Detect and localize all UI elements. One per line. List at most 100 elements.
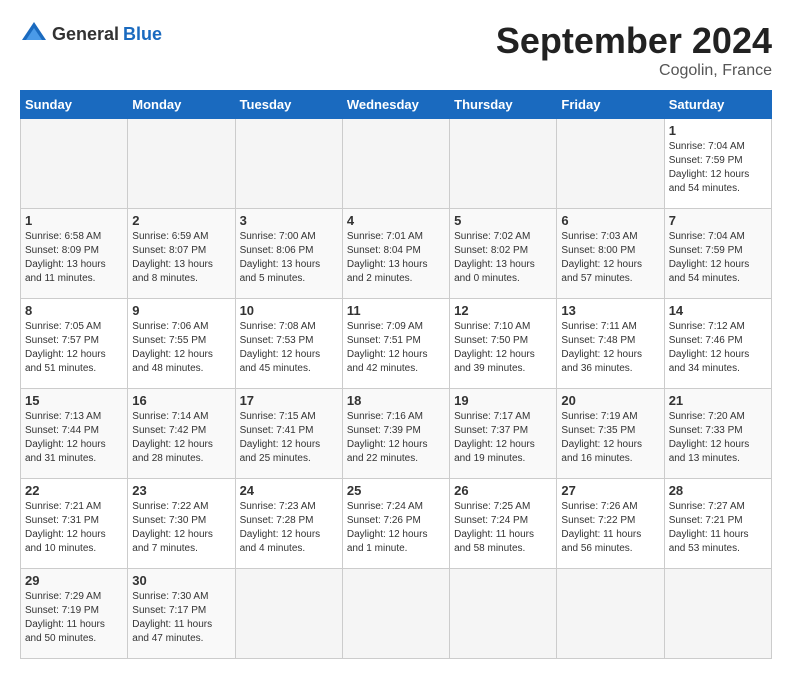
day-header-friday: Friday <box>557 91 664 119</box>
day-cell: 10 Sunrise: 7:08 AMSunset: 7:53 PMDaylig… <box>235 299 342 389</box>
day-cell: 30 Sunrise: 7:30 AMSunset: 7:17 PMDaylig… <box>128 569 235 659</box>
day-info: Sunrise: 7:29 AMSunset: 7:19 PMDaylight:… <box>25 591 105 644</box>
day-cell: 22 Sunrise: 7:21 AMSunset: 7:31 PMDaylig… <box>21 479 128 569</box>
day-info: Sunrise: 7:10 AMSunset: 7:50 PMDaylight:… <box>454 321 535 374</box>
day-cell: 19 Sunrise: 7:17 AMSunset: 7:37 PMDaylig… <box>450 389 557 479</box>
day-info: Sunrise: 7:27 AMSunset: 7:21 PMDaylight:… <box>669 501 749 554</box>
day-cell: 15 Sunrise: 7:13 AMSunset: 7:44 PMDaylig… <box>21 389 128 479</box>
day-info: Sunrise: 7:30 AMSunset: 7:17 PMDaylight:… <box>132 591 212 644</box>
day-number: 28 <box>669 483 767 498</box>
day-number: 30 <box>132 573 230 588</box>
day-number: 5 <box>454 213 552 228</box>
day-number: 15 <box>25 393 123 408</box>
day-info: Sunrise: 7:17 AMSunset: 7:37 PMDaylight:… <box>454 411 535 464</box>
day-cell: 21 Sunrise: 7:20 AMSunset: 7:33 PMDaylig… <box>664 389 771 479</box>
day-number: 1 <box>25 213 123 228</box>
week-row-2: 1 Sunrise: 6:58 AMSunset: 8:09 PMDayligh… <box>21 209 772 299</box>
day-number: 16 <box>132 393 230 408</box>
day-info: Sunrise: 7:12 AMSunset: 7:46 PMDaylight:… <box>669 321 750 374</box>
location: Cogolin, France <box>496 62 772 80</box>
day-info: Sunrise: 7:03 AMSunset: 8:00 PMDaylight:… <box>561 231 642 284</box>
title-block: September 2024 Cogolin, France <box>496 20 772 80</box>
day-number: 17 <box>240 393 338 408</box>
day-number: 22 <box>25 483 123 498</box>
day-cell: 17 Sunrise: 7:15 AMSunset: 7:41 PMDaylig… <box>235 389 342 479</box>
day-info: Sunrise: 7:22 AMSunset: 7:30 PMDaylight:… <box>132 501 213 554</box>
day-cell: 14 Sunrise: 7:12 AMSunset: 7:46 PMDaylig… <box>664 299 771 389</box>
day-number: 2 <box>132 213 230 228</box>
day-number: 27 <box>561 483 659 498</box>
day-number: 11 <box>347 303 445 318</box>
day-number: 23 <box>132 483 230 498</box>
day-info: Sunrise: 7:08 AMSunset: 7:53 PMDaylight:… <box>240 321 321 374</box>
day-cell <box>557 569 664 659</box>
day-info: Sunrise: 7:06 AMSunset: 7:55 PMDaylight:… <box>132 321 213 374</box>
day-number: 1 <box>669 123 767 138</box>
day-info: Sunrise: 7:04 AMSunset: 7:59 PMDaylight:… <box>669 141 750 194</box>
day-cell: 3 Sunrise: 7:00 AMSunset: 8:06 PMDayligh… <box>235 209 342 299</box>
day-cell <box>21 119 128 209</box>
day-cell: 16 Sunrise: 7:14 AMSunset: 7:42 PMDaylig… <box>128 389 235 479</box>
header-row: SundayMondayTuesdayWednesdayThursdayFrid… <box>21 91 772 119</box>
day-cell: 18 Sunrise: 7:16 AMSunset: 7:39 PMDaylig… <box>342 389 449 479</box>
day-cell: 25 Sunrise: 7:24 AMSunset: 7:26 PMDaylig… <box>342 479 449 569</box>
day-cell: 7 Sunrise: 7:04 AMSunset: 7:59 PMDayligh… <box>664 209 771 299</box>
day-info: Sunrise: 7:02 AMSunset: 8:02 PMDaylight:… <box>454 231 535 284</box>
day-cell: 24 Sunrise: 7:23 AMSunset: 7:28 PMDaylig… <box>235 479 342 569</box>
day-number: 25 <box>347 483 445 498</box>
day-cell: 28 Sunrise: 7:27 AMSunset: 7:21 PMDaylig… <box>664 479 771 569</box>
day-cell <box>450 569 557 659</box>
week-row-3: 8 Sunrise: 7:05 AMSunset: 7:57 PMDayligh… <box>21 299 772 389</box>
day-info: Sunrise: 7:21 AMSunset: 7:31 PMDaylight:… <box>25 501 106 554</box>
day-number: 4 <box>347 213 445 228</box>
day-cell: 5 Sunrise: 7:02 AMSunset: 8:02 PMDayligh… <box>450 209 557 299</box>
day-cell: 2 Sunrise: 6:59 AMSunset: 8:07 PMDayligh… <box>128 209 235 299</box>
week-row-1: 1 Sunrise: 7:04 AMSunset: 7:59 PMDayligh… <box>21 119 772 209</box>
day-info: Sunrise: 7:26 AMSunset: 7:22 PMDaylight:… <box>561 501 641 554</box>
day-header-saturday: Saturday <box>664 91 771 119</box>
logo-general: General <box>52 24 119 45</box>
week-row-5: 22 Sunrise: 7:21 AMSunset: 7:31 PMDaylig… <box>21 479 772 569</box>
day-cell: 12 Sunrise: 7:10 AMSunset: 7:50 PMDaylig… <box>450 299 557 389</box>
logo: GeneralBlue <box>20 20 162 48</box>
day-info: Sunrise: 7:16 AMSunset: 7:39 PMDaylight:… <box>347 411 428 464</box>
day-info: Sunrise: 7:04 AMSunset: 7:59 PMDaylight:… <box>669 231 750 284</box>
day-cell: 29 Sunrise: 7:29 AMSunset: 7:19 PMDaylig… <box>21 569 128 659</box>
day-number: 7 <box>669 213 767 228</box>
day-cell <box>664 569 771 659</box>
day-number: 8 <box>25 303 123 318</box>
day-number: 13 <box>561 303 659 318</box>
day-number: 26 <box>454 483 552 498</box>
month-title: September 2024 <box>496 20 772 62</box>
day-header-sunday: Sunday <box>21 91 128 119</box>
logo-icon <box>20 20 48 48</box>
day-cell: 4 Sunrise: 7:01 AMSunset: 8:04 PMDayligh… <box>342 209 449 299</box>
day-info: Sunrise: 7:23 AMSunset: 7:28 PMDaylight:… <box>240 501 321 554</box>
day-header-thursday: Thursday <box>450 91 557 119</box>
day-number: 20 <box>561 393 659 408</box>
day-info: Sunrise: 7:01 AMSunset: 8:04 PMDaylight:… <box>347 231 428 284</box>
day-info: Sunrise: 7:05 AMSunset: 7:57 PMDaylight:… <box>25 321 106 374</box>
week-row-6: 29 Sunrise: 7:29 AMSunset: 7:19 PMDaylig… <box>21 569 772 659</box>
day-info: Sunrise: 7:00 AMSunset: 8:06 PMDaylight:… <box>240 231 321 284</box>
day-info: Sunrise: 7:13 AMSunset: 7:44 PMDaylight:… <box>25 411 106 464</box>
day-info: Sunrise: 7:25 AMSunset: 7:24 PMDaylight:… <box>454 501 534 554</box>
day-number: 10 <box>240 303 338 318</box>
day-cell <box>450 119 557 209</box>
day-info: Sunrise: 7:24 AMSunset: 7:26 PMDaylight:… <box>347 501 428 554</box>
day-info: Sunrise: 7:19 AMSunset: 7:35 PMDaylight:… <box>561 411 642 464</box>
day-cell: 6 Sunrise: 7:03 AMSunset: 8:00 PMDayligh… <box>557 209 664 299</box>
day-info: Sunrise: 7:20 AMSunset: 7:33 PMDaylight:… <box>669 411 750 464</box>
day-number: 18 <box>347 393 445 408</box>
day-cell: 26 Sunrise: 7:25 AMSunset: 7:24 PMDaylig… <box>450 479 557 569</box>
day-cell <box>342 569 449 659</box>
day-header-wednesday: Wednesday <box>342 91 449 119</box>
day-cell <box>557 119 664 209</box>
day-cell: 8 Sunrise: 7:05 AMSunset: 7:57 PMDayligh… <box>21 299 128 389</box>
day-number: 3 <box>240 213 338 228</box>
logo-blue: Blue <box>123 24 162 45</box>
day-info: Sunrise: 7:11 AMSunset: 7:48 PMDaylight:… <box>561 321 642 374</box>
day-cell: 13 Sunrise: 7:11 AMSunset: 7:48 PMDaylig… <box>557 299 664 389</box>
day-cell <box>235 119 342 209</box>
day-number: 12 <box>454 303 552 318</box>
